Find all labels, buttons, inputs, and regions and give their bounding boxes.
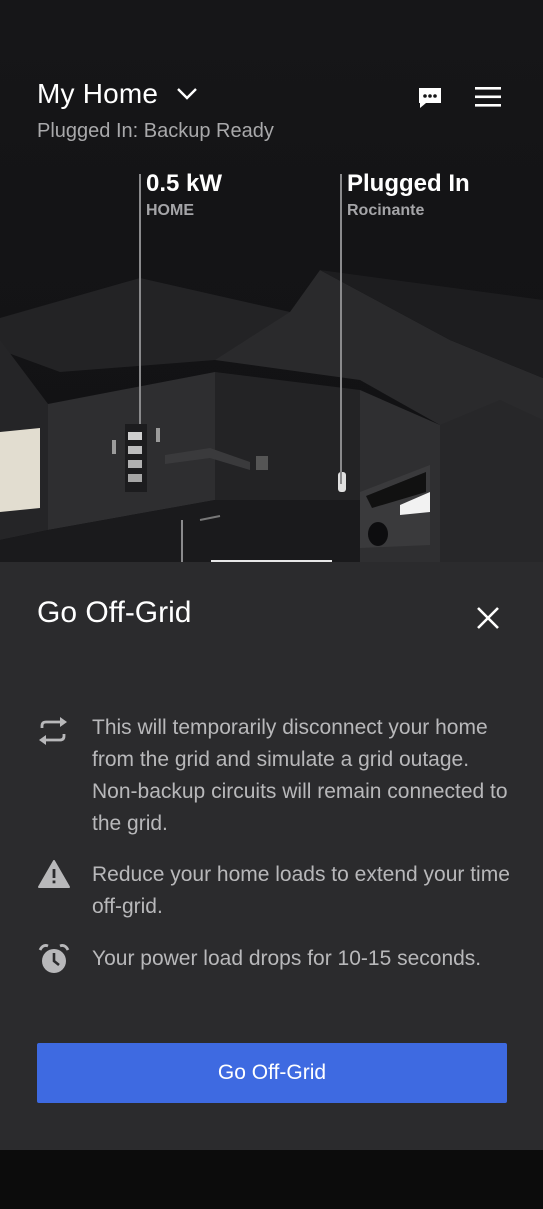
go-off-grid-button[interactable]: Go Off-Grid xyxy=(37,1043,507,1103)
home-power-label: HOME xyxy=(146,202,194,219)
home-power-callout: 0.5 kW HOME xyxy=(146,170,222,220)
warning-icon xyxy=(37,859,71,894)
menu-icon[interactable] xyxy=(475,86,501,113)
home-selector[interactable]: My Home xyxy=(37,78,198,110)
close-icon[interactable] xyxy=(472,602,504,634)
info-text: This will temporarily disconnect your ho… xyxy=(92,716,508,835)
info-text: Your power load drops for 10-15 seconds. xyxy=(92,947,482,970)
sheet-title: Go Off-Grid xyxy=(37,596,192,629)
bottom-bar xyxy=(0,1150,543,1209)
vehicle-status: Plugged In xyxy=(347,170,470,197)
alarm-clock-icon xyxy=(37,943,71,980)
vehicle-name: Rocinante xyxy=(347,202,425,219)
chevron-down-icon xyxy=(176,87,198,106)
status-subtitle: Plugged In: Backup Ready xyxy=(37,120,274,142)
sync-arrows-icon xyxy=(37,716,69,751)
go-off-grid-sheet: Go Off-Grid This will temporarily discon… xyxy=(0,562,543,1150)
vehicle-callout: Plugged In Rocinante xyxy=(347,170,470,220)
home-power-value: 0.5 kW xyxy=(146,170,223,197)
info-text: Reduce your home loads to extend your ti… xyxy=(92,863,510,918)
home-visualization: My Home Plugged In: Backup Ready 0.5 kW … xyxy=(0,0,543,562)
chat-icon[interactable] xyxy=(417,86,443,115)
home-title: My Home xyxy=(37,78,159,109)
